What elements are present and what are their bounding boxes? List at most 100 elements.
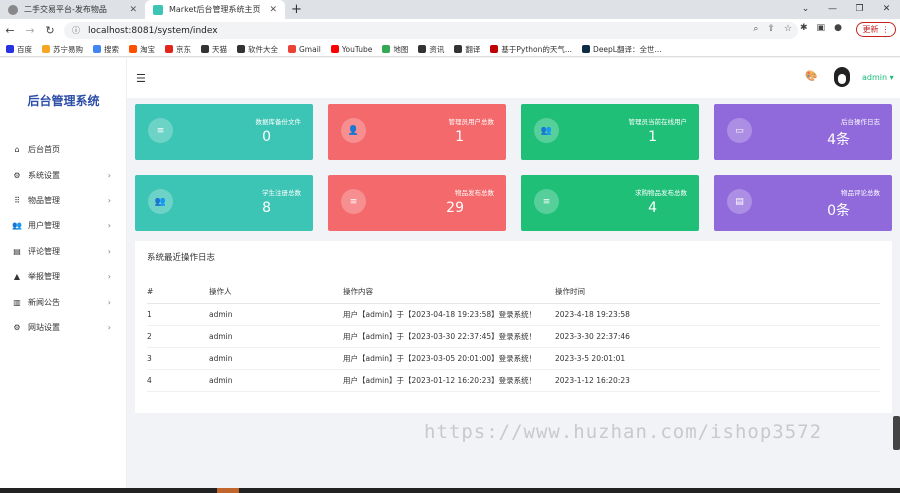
cell-operator: admin xyxy=(209,347,343,370)
bookmark-label: Gmail xyxy=(299,44,321,54)
bookmark-favicon-icon xyxy=(201,45,209,53)
stat-card[interactable]: ▤ 物品评论总数 0条 xyxy=(714,175,892,231)
header-operator: 操作人 xyxy=(209,281,343,304)
stat-card[interactable]: 👥 学生注册总数 8 xyxy=(135,175,313,231)
sidebar-item[interactable]: ⚙ 网站设置 › xyxy=(0,315,127,340)
comment-icon: ▤ xyxy=(727,189,752,214)
extensions-icon[interactable]: ✱ xyxy=(800,23,808,33)
cell-index: 4 xyxy=(147,369,209,392)
bookmark-favicon-icon xyxy=(42,45,50,53)
close-icon[interactable]: ✕ xyxy=(129,5,137,15)
stat-value: 0条 xyxy=(827,203,850,219)
sidebar-item-label: 举报管理 xyxy=(28,272,60,282)
bookmark-item[interactable]: 搜索 xyxy=(93,44,119,55)
maximize-button[interactable]: ❐ xyxy=(846,0,873,19)
stat-card[interactable]: ≡ 数据库备份文件 0 xyxy=(135,104,313,160)
bookmark-star-icon[interactable]: ☆ xyxy=(784,24,792,34)
cell-content: 用户【admin】于【2023-04-18 19:23:58】登录系统！ xyxy=(343,303,555,326)
stat-card[interactable]: ≡ 求购物品发布总数 4 xyxy=(521,175,699,231)
stat-label: 求购物品发布总数 xyxy=(635,189,687,197)
bookmark-favicon-icon xyxy=(129,45,137,53)
bookmark-item[interactable]: Gmail xyxy=(288,45,321,54)
bookmark-item[interactable]: 天猫 xyxy=(201,44,227,55)
table-row: 1 admin 用户【admin】于【2023-04-18 19:23:58】登录系… xyxy=(147,303,880,326)
sidepanel-icon[interactable]: ▣ xyxy=(817,23,826,33)
chevron-right-icon: › xyxy=(107,297,111,307)
sidebar-item[interactable]: ▥ 新闻公告 › xyxy=(0,289,127,314)
floating-handle[interactable] xyxy=(893,416,900,450)
minimize-button[interactable]: — xyxy=(819,0,846,19)
palette-icon[interactable]: 🎨 xyxy=(805,71,817,82)
stat-value: 4 xyxy=(648,200,657,216)
header-index: # xyxy=(147,281,209,304)
bookmark-item[interactable]: 基于Python的天气... xyxy=(490,44,572,55)
bookmark-label: 淘宝 xyxy=(140,44,155,54)
bookmark-label: 软件大全 xyxy=(248,44,278,54)
bookmark-favicon-icon xyxy=(330,45,339,53)
kebab-menu-icon: ⋮ xyxy=(881,25,890,34)
avatar[interactable] xyxy=(834,67,850,87)
stat-card[interactable]: 👥 管理员当前在线用户 1 xyxy=(521,104,699,160)
bookmark-label: DeepL翻译：全世... xyxy=(593,44,662,54)
cell-time: 2023-4-18 19:23:58 xyxy=(555,303,880,326)
zoom-icon[interactable]: ⌕ xyxy=(753,24,758,34)
bookmark-item[interactable]: 翻译 xyxy=(454,44,480,55)
close-window-button[interactable]: ✕ xyxy=(873,0,900,19)
menu-toggle-icon[interactable]: ☰ xyxy=(136,72,146,85)
info-icon[interactable]: ⓘ xyxy=(72,25,80,36)
stat-label: 物品评论总数 xyxy=(841,189,880,197)
news-icon: ▥ xyxy=(13,297,21,307)
bookmark-item[interactable]: 软件大全 xyxy=(237,44,278,55)
sidebar-item-label: 用户管理 xyxy=(28,221,60,231)
stat-label: 数据库备份文件 xyxy=(255,118,302,126)
new-tab-button[interactable]: + xyxy=(291,2,302,17)
stat-card[interactable]: 👤 管理员用户总数 1 xyxy=(328,104,506,160)
profile-icon[interactable]: ● xyxy=(834,23,842,33)
browser-tabstrip: 二手交易平台-发布物品 ✕ Market后台管理系统主页 ✕ + ⌄ — ❐ ✕ xyxy=(0,0,900,19)
back-button[interactable]: ← xyxy=(0,24,20,37)
stat-card[interactable]: ≡ 物品发布总数 29 xyxy=(328,175,506,231)
bookmark-label: 翻译 xyxy=(465,44,481,54)
sidebar-item[interactable]: 👥 用户管理 › xyxy=(0,213,127,238)
sidebar-item[interactable]: ⌂ 后台首页 xyxy=(0,137,127,162)
browser-tab-active[interactable]: Market后台管理系统主页 ✕ xyxy=(145,0,285,19)
table-row: 3 admin 用户【admin】于【2023-03-05 20:01:00】登录系… xyxy=(147,347,880,370)
bookmark-favicon-icon xyxy=(454,45,463,53)
forward-button[interactable]: → xyxy=(20,24,40,37)
update-button[interactable]: 更新 ⋮ xyxy=(856,22,896,37)
browser-tab-inactive[interactable]: 二手交易平台-发布物品 ✕ xyxy=(0,0,145,19)
header-content: 操作内容 xyxy=(343,281,555,304)
user-dropdown[interactable]: admin ▾ xyxy=(862,73,894,82)
stat-card[interactable]: ▭ 后台操作日志 4条 xyxy=(714,104,892,160)
sidebar-item[interactable]: ▲ 举报管理 › xyxy=(0,264,127,289)
bookmark-item[interactable]: 苏宁易购 xyxy=(42,44,83,55)
chevron-right-icon: › xyxy=(107,246,111,256)
stat-label: 管理员当前在线用户 xyxy=(628,118,688,126)
cell-content: 用户【admin】于【2023-03-30 22:37:45】登录系统！ xyxy=(343,325,555,348)
bookmark-favicon-icon xyxy=(237,45,245,53)
database-icon: ≡ xyxy=(534,189,559,214)
sidebar-item[interactable]: ⠿ 物品管理 › xyxy=(0,188,127,213)
globe-icon xyxy=(8,4,18,15)
bookmark-item[interactable]: YouTube xyxy=(330,45,372,54)
bookmark-item[interactable]: 资讯 xyxy=(418,44,444,55)
bookmark-item[interactable]: 京东 xyxy=(165,44,191,55)
cell-time: 2023-3-30 22:37:46 xyxy=(555,325,880,348)
stat-value: 4条 xyxy=(827,132,850,148)
url-input[interactable]: ⓘ localhost:8081/system/index ⌕ ⇪ ☆ xyxy=(64,22,798,39)
sidebar-item[interactable]: ▤ 评论管理 › xyxy=(0,239,127,264)
sidebar-item[interactable]: ⚙ 系统设置 › xyxy=(0,162,127,187)
reload-button[interactable]: ↻ xyxy=(40,24,60,37)
bookmark-item[interactable]: 淘宝 xyxy=(129,44,155,55)
bookmark-item[interactable]: 百度 xyxy=(6,44,32,55)
bookmark-label: 地图 xyxy=(393,44,409,54)
share-icon[interactable]: ⇪ xyxy=(767,24,775,34)
bookmark-label: 资讯 xyxy=(429,44,445,54)
bookmark-item[interactable]: 地图 xyxy=(382,44,408,55)
close-icon[interactable]: ✕ xyxy=(269,5,277,15)
taskbar-app[interactable] xyxy=(217,488,239,493)
chevron-down-icon[interactable]: ⌄ xyxy=(792,0,819,19)
bookmark-item[interactable]: DeepL翻译：全世... xyxy=(582,44,662,55)
panel-title: 系统最近操作日志 xyxy=(147,253,216,263)
bookmark-label: 基于Python的天气... xyxy=(501,44,573,54)
